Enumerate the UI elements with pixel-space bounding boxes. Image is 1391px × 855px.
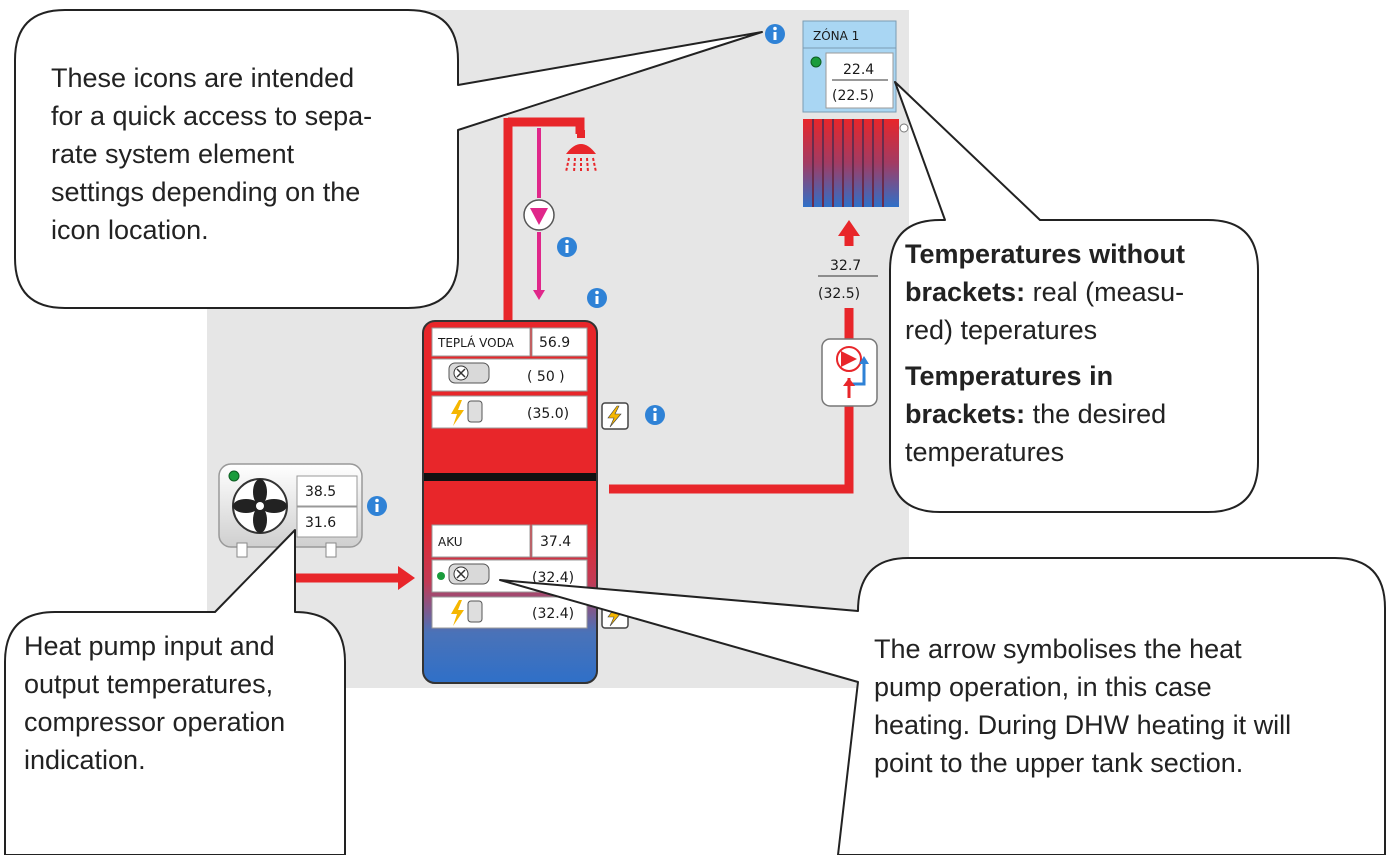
aku-electric-setpoint: (32.4) (532, 606, 574, 622)
callout-heat-pump-text: Heat pump input and output temperatures,… (24, 627, 285, 779)
mixing-valve-icon[interactable] (821, 338, 878, 407)
heat-pump-output-temp: 38.5 (305, 484, 336, 500)
callout-line: These icons are intended (51, 63, 355, 93)
info-icon[interactable] (645, 405, 665, 425)
callout-line: brackets: real (measu- (905, 273, 1185, 311)
callout-text-span: the desired (1025, 399, 1167, 429)
info-icon[interactable] (587, 288, 607, 308)
electric-heater-icon (467, 600, 483, 623)
info-icon[interactable] (765, 24, 785, 44)
callout-line: brackets: the desired (905, 395, 1185, 433)
electric-heater-icon (467, 400, 483, 423)
callout-bold: Temperatures in (905, 361, 1114, 391)
callout-line: settings depending on the (51, 177, 361, 207)
callout-arrow-text: The arrow symbolises the heat pump opera… (874, 630, 1291, 782)
zone-actual-temp: 22.4 (843, 62, 874, 78)
heater-icon (448, 563, 490, 585)
flow-desired-temp: (32.5) (818, 286, 860, 302)
dhw-electric-setpoint: (35.0) (527, 406, 569, 422)
aku-section[interactable]: AKU 37.4 (32.4) (32.4) (431, 524, 588, 629)
callout-bold: Temperatures without (905, 239, 1186, 269)
callout-line: icon location. (51, 215, 209, 245)
tank-divider (424, 473, 596, 481)
callout-line: rate system element (51, 139, 295, 169)
dhw-temp: 56.9 (539, 335, 570, 351)
fan-icon (232, 478, 288, 534)
callout-line: Temperatures without (905, 235, 1185, 273)
info-icon[interactable] (367, 496, 387, 516)
callout-line: red) teperatures (905, 315, 1098, 345)
info-icon[interactable] (557, 237, 577, 257)
callout-line: temperatures (905, 437, 1065, 467)
dhw-section[interactable]: TEPLÁ VODA 56.9 ( 50 ) (35.0) (431, 327, 588, 429)
aku-temp: 37.4 (540, 534, 571, 550)
callout-bold: brackets: (905, 277, 1026, 307)
callout-line: output temperatures, (24, 669, 274, 699)
electric-heater-button[interactable] (601, 402, 629, 430)
callout-line: compressor operation (24, 707, 286, 737)
zone-desired-temp: (22.5) (832, 88, 874, 104)
aku-label: AKU (438, 535, 463, 549)
dhw-heater-setpoint: ( 50 ) (527, 369, 565, 385)
heat-pump-input-temp: 31.6 (305, 515, 336, 531)
radiator-icon[interactable] (803, 119, 909, 207)
heater-icon (448, 362, 490, 384)
callout-line: pump operation, in this case (874, 672, 1212, 702)
callout-temps-text: Temperatures without brackets: real (mea… (905, 235, 1185, 471)
compressor-status-dot (228, 470, 240, 482)
callout-line: point to the upper tank section. (874, 748, 1244, 778)
callout-line: Temperatures in (905, 357, 1185, 395)
zone-title: ZÓNA 1 (813, 28, 859, 43)
dhw-label: TEPLÁ VODA (437, 335, 515, 350)
zone-status-dot (810, 56, 822, 68)
aku-status-dot (437, 572, 445, 580)
callout-line: heating. During DHW heating it will (874, 710, 1292, 740)
callout-line: Heat pump input and (24, 631, 275, 661)
callout-line: The arrow symbolises the heat (874, 634, 1242, 664)
callout-text-span: real (measu- (1025, 277, 1185, 307)
callout-line: indication. (24, 745, 146, 775)
callout-line: for a quick access to sepa- (51, 101, 373, 131)
callout-bold: brackets: (905, 399, 1026, 429)
callout-icons-text: These icons are intended for a quick acc… (51, 59, 372, 249)
flow-actual-temp: 32.7 (830, 258, 861, 274)
zone-panel[interactable]: ZÓNA 1 22.4 (22.5) (802, 20, 897, 113)
